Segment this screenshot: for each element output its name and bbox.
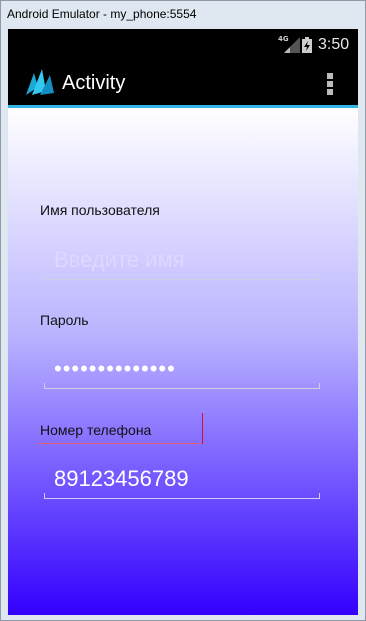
status-bar: 4G 3:50	[8, 29, 358, 61]
device-screen: 4G 3:50 Activity Имя пользователя Введит…	[8, 29, 358, 615]
phone-field[interactable]: 89123456789	[44, 456, 320, 499]
window-frame-right	[358, 29, 365, 620]
window-titlebar[interactable]: Android Emulator - my_phone:5554	[1, 1, 365, 29]
emulator-window: Android Emulator - my_phone:5554 4G 3:50	[0, 0, 366, 621]
status-clock: 3:50	[318, 36, 350, 53]
password-value: ••••••••••••••	[54, 356, 176, 381]
password-label: Пароль	[40, 312, 89, 328]
username-label: Имя пользователя	[40, 202, 160, 218]
phone-label-field[interactable]: Номер телефона	[38, 413, 203, 444]
password-field[interactable]: ••••••••••••••	[44, 346, 320, 389]
more-vert-icon[interactable]	[326, 73, 334, 95]
username-field[interactable]: Введите имя	[44, 237, 320, 280]
window-frame-left	[1, 29, 8, 620]
app-logo-icon[interactable]	[22, 65, 56, 99]
username-placeholder: Введите имя	[54, 247, 185, 272]
phone-label: Номер телефона	[40, 422, 152, 438]
window-title: Android Emulator - my_phone:5554	[7, 7, 197, 21]
signal-icon	[284, 37, 300, 53]
text-cursor	[202, 413, 203, 444]
phone-value: 89123456789	[54, 466, 189, 491]
battery-icon	[302, 37, 312, 53]
activity-content: Имя пользователя Введите имя Пароль ••••…	[8, 108, 358, 615]
activity-title: Activity	[62, 72, 126, 94]
action-bar: Activity	[8, 61, 358, 108]
